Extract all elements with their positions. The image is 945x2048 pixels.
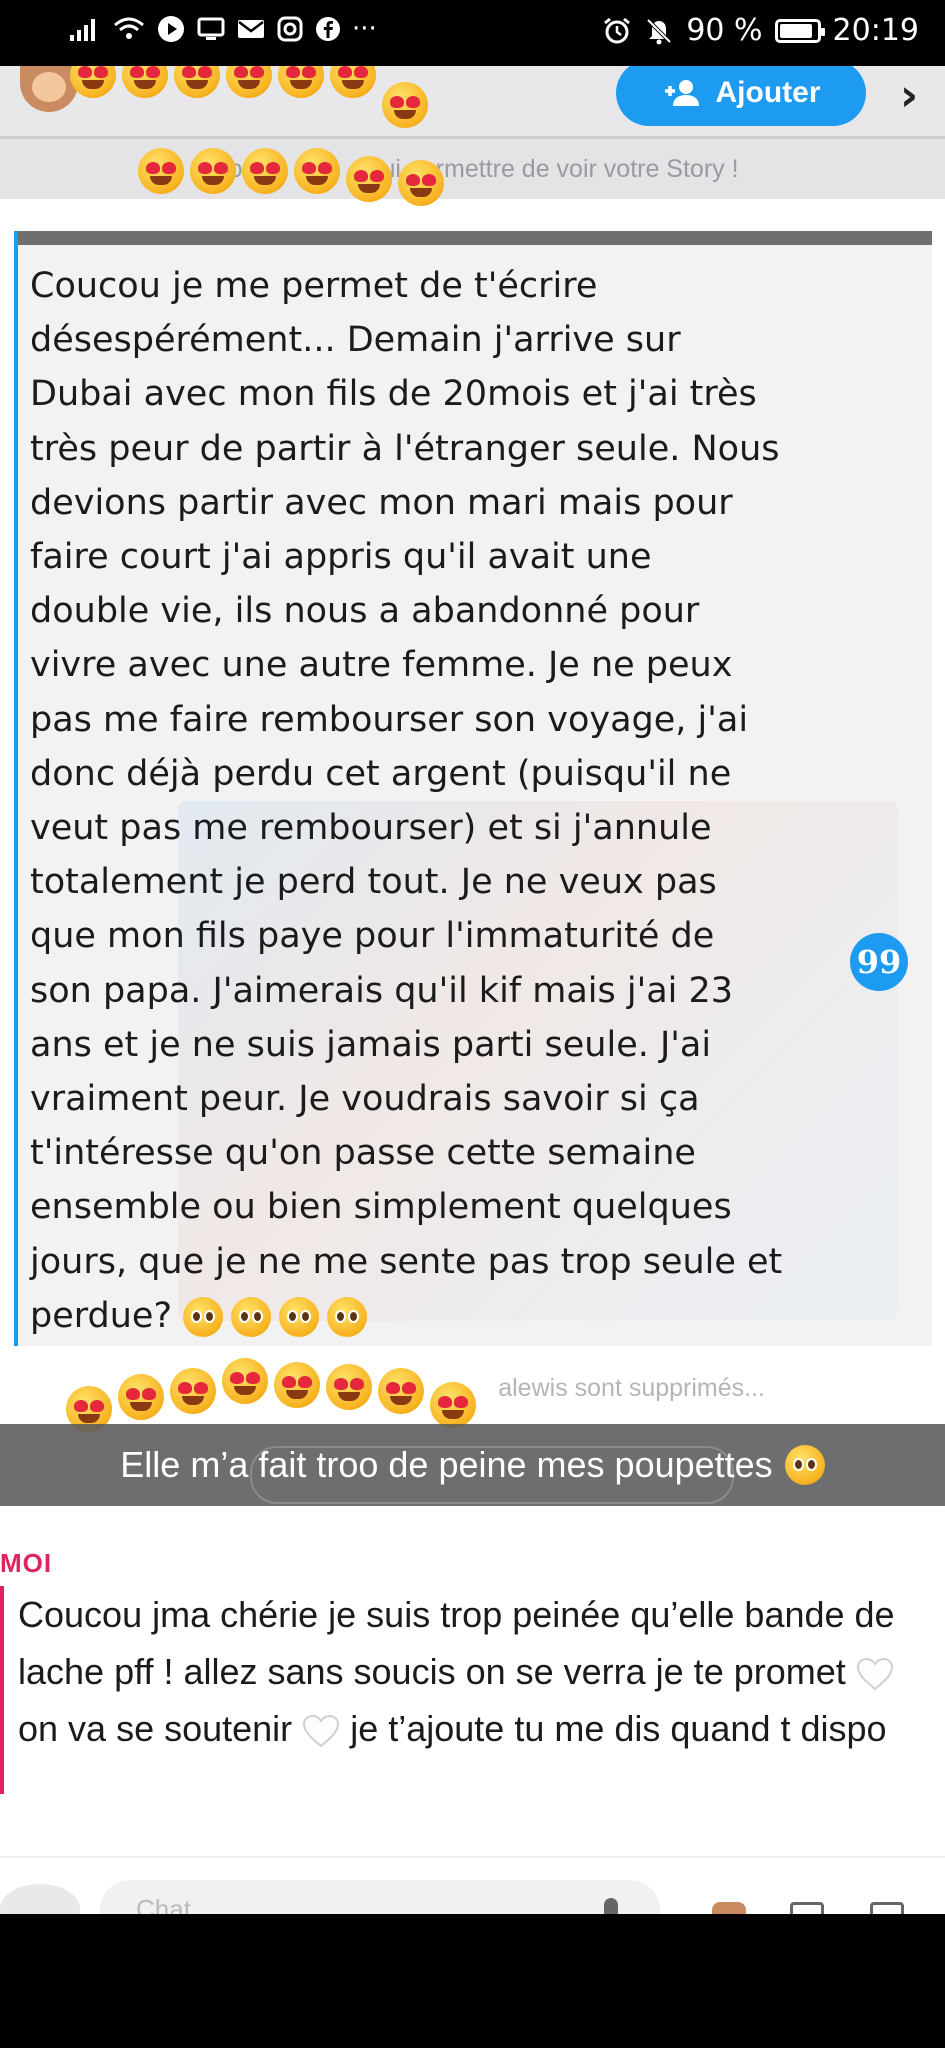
- battery-percent: 90 %: [686, 13, 763, 48]
- chat-screen: Ajouter › Ajo ui permettre de voir votre…: [0, 66, 945, 1914]
- pleading-face-emoji: [327, 1296, 368, 1337]
- white-heart-emoji: [856, 1658, 893, 1691]
- heart-eyes-emoji: [118, 1374, 164, 1420]
- heart-eyes-emoji: [294, 148, 340, 194]
- signal-icon: [70, 19, 95, 41]
- facebook-icon: [316, 17, 340, 41]
- heart-eyes-emoji: [378, 1368, 424, 1414]
- instagram-icon: [277, 16, 303, 42]
- heart-eyes-emoji: [278, 66, 324, 98]
- heart-eyes-emoji: [330, 66, 376, 98]
- heart-eyes-sticker-row-top: [70, 66, 434, 128]
- heart-eyes-emoji: [346, 156, 392, 202]
- battery-icon: [774, 18, 825, 43]
- add-friend-label: Ajouter: [715, 76, 821, 109]
- chat-header: Ajouter ›: [0, 66, 945, 139]
- heart-eyes-emoji: [122, 66, 168, 98]
- mail-icon: [238, 20, 264, 38]
- heart-eyes-emoji: [226, 66, 272, 98]
- deleted-notice-text: alewis sont supprimés...: [498, 1373, 765, 1402]
- reply-text-part: Coucou jma chérie je suis trop peinée qu…: [18, 1594, 895, 1692]
- mute-icon: [646, 18, 672, 44]
- quoted-divider: [18, 231, 932, 245]
- story-caption: Elle m’a fait troo de peine mes poupette…: [0, 1424, 945, 1506]
- heart-eyes-emoji: [382, 82, 428, 128]
- alarm-icon: [604, 17, 631, 43]
- heart-eyes-sticker-row-bottom: [66, 1358, 482, 1432]
- games-icon[interactable]: [870, 1902, 904, 1914]
- my-reply-message[interactable]: Coucou jma chérie je suis trop peinée qu…: [0, 1586, 945, 1794]
- chat-input[interactable]: Chat: [100, 1880, 660, 1914]
- heart-eyes-emoji: [430, 1382, 476, 1428]
- quoted-message-text: Coucou je me permet de t'écrire désespér…: [30, 266, 783, 1337]
- status-left-icons: ···: [68, 14, 377, 44]
- camera-icon[interactable]: [0, 1884, 80, 1914]
- bitmoji-icon[interactable]: [712, 1902, 746, 1914]
- heart-eyes-sticker-row-banner: [138, 148, 450, 206]
- heart-eyes-emoji: [326, 1364, 372, 1410]
- more-icon: ···: [352, 14, 377, 44]
- wifi-icon: [114, 17, 144, 39]
- add-friend-button[interactable]: Ajouter: [616, 66, 866, 126]
- pleading-face-emoji: [231, 1296, 272, 1337]
- clock: 20:19: [832, 13, 919, 48]
- play-icon: [158, 16, 184, 42]
- quoted-message[interactable]: Coucou je me permet de t'écrire désespér…: [14, 231, 932, 1346]
- sender-label-me: MOI: [0, 1548, 53, 1578]
- microphone-icon[interactable]: [604, 1898, 618, 1914]
- heart-eyes-emoji: [274, 1362, 320, 1408]
- heart-eyes-emoji: [70, 66, 116, 98]
- pleading-face-emoji: [784, 1445, 825, 1485]
- reply-text-part: je t’ajoute tu me dis quand t dispo: [350, 1708, 887, 1749]
- chevron-right-icon[interactable]: ›: [900, 70, 918, 121]
- heart-eyes-emoji: [170, 1368, 216, 1414]
- heart-eyes-emoji: [174, 66, 220, 98]
- status-right: 90 % 20:19: [602, 13, 919, 48]
- screen-icon: [197, 17, 225, 40]
- status-bar: ··· 90 % 20:19: [0, 0, 945, 66]
- heart-eyes-emoji: [190, 148, 236, 194]
- heart-eyes-emoji: [398, 160, 444, 206]
- reply-text-part: on va se soutenir: [18, 1708, 293, 1749]
- heart-eyes-emoji: [242, 148, 288, 194]
- pleading-face-emoji: [279, 1296, 320, 1337]
- pleading-face-emoji: [183, 1296, 224, 1337]
- quote-reply-badge[interactable]: 99: [850, 933, 908, 991]
- battery-fill: [779, 23, 812, 38]
- my-reply-text: Coucou jma chérie je suis trop peinée qu…: [18, 1586, 943, 1757]
- compose-bar: Chat: [0, 1856, 945, 1914]
- heart-eyes-emoji: [138, 148, 184, 194]
- add-friend-icon: [664, 80, 699, 106]
- chat-input-placeholder: Chat: [136, 1894, 191, 1914]
- heart-eyes-emoji: [222, 1358, 268, 1404]
- sticker-icon[interactable]: [790, 1902, 824, 1914]
- caption-underlay: [250, 1446, 734, 1504]
- white-heart-emoji: [303, 1715, 340, 1748]
